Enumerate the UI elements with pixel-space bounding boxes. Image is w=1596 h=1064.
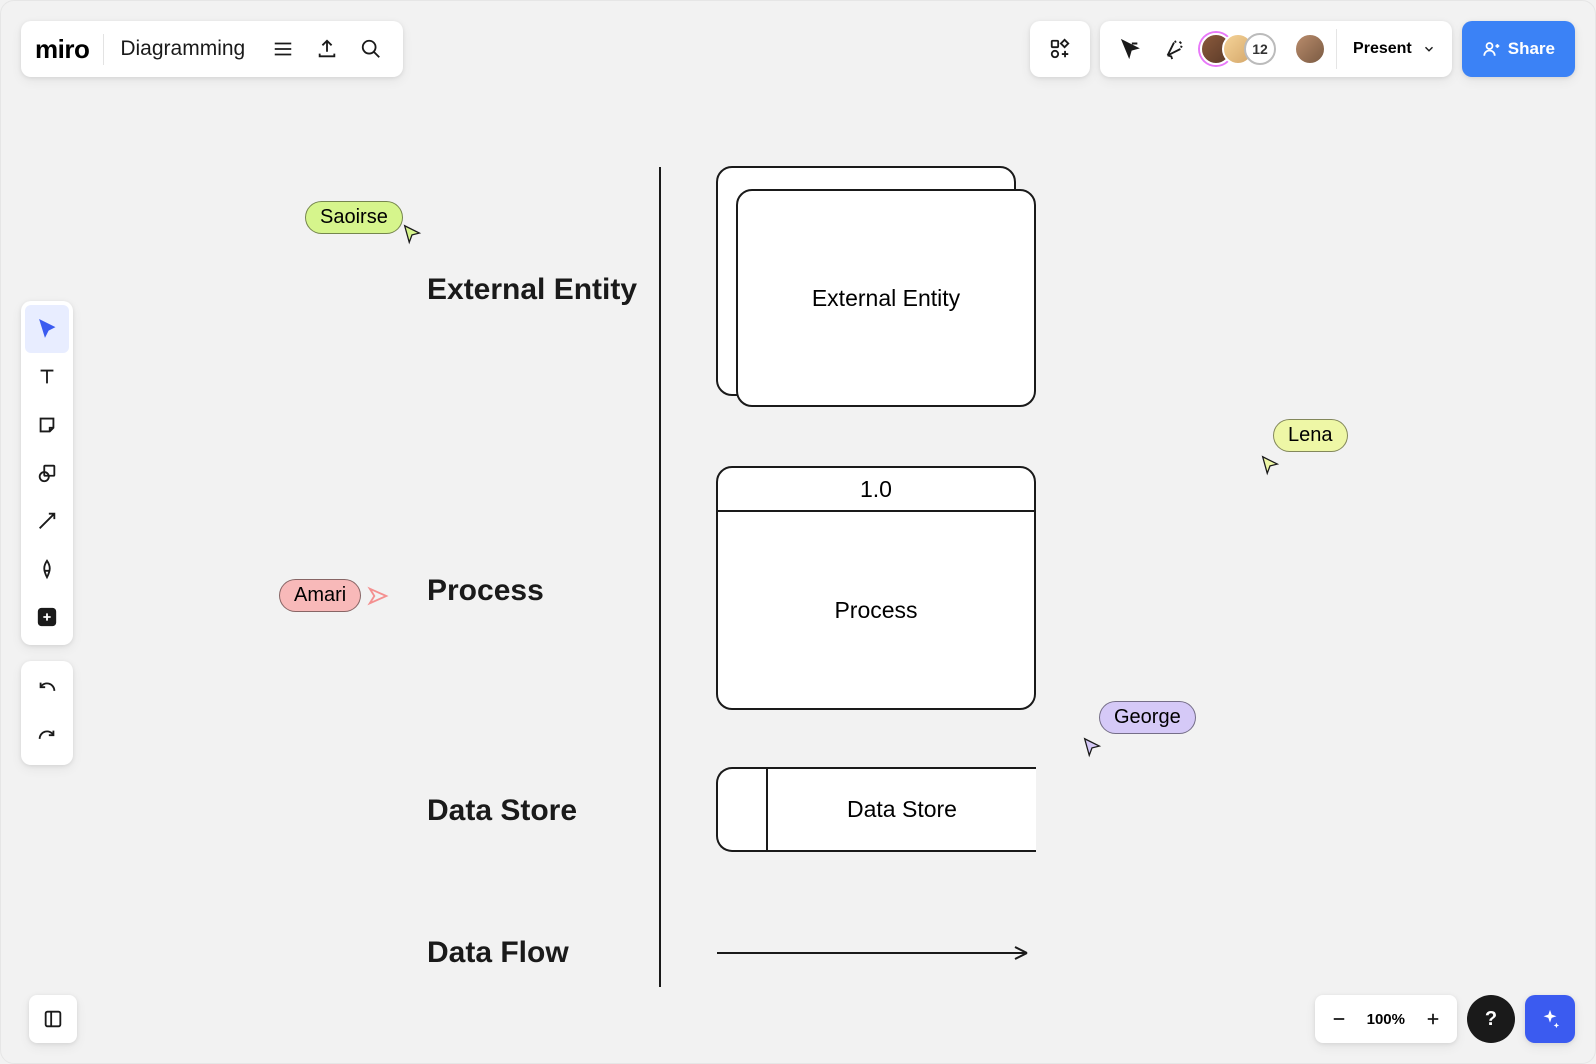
- history-toolbar: [21, 661, 73, 765]
- tool-add[interactable]: [25, 593, 69, 641]
- reactions-icon[interactable]: [1152, 27, 1196, 71]
- collaborator-avatars[interactable]: 12: [1196, 33, 1280, 65]
- collab-panel: 12 Present: [1100, 21, 1452, 77]
- current-user-avatar-group: [1290, 33, 1330, 65]
- sparkle-icon: [1539, 1008, 1561, 1030]
- tool-text[interactable]: [25, 353, 69, 401]
- share-button[interactable]: Share: [1462, 21, 1575, 77]
- tool-sticky-note[interactable]: [25, 401, 69, 449]
- canvas[interactable]: External Entity Process Data Store Data …: [1, 1, 1595, 1063]
- minus-icon: [1330, 1010, 1348, 1028]
- cursor-amari: Amari: [279, 579, 389, 612]
- cursor-label: Saoirse: [305, 201, 403, 234]
- zoom-out-button[interactable]: [1319, 999, 1359, 1039]
- label-external-entity: External Entity: [427, 273, 637, 307]
- chevron-down-icon: [1422, 42, 1436, 56]
- plus-icon: [1424, 1010, 1442, 1028]
- present-label: Present: [1353, 40, 1412, 58]
- cursor-pointer-icon: [1081, 736, 1103, 758]
- tool-select[interactable]: [25, 305, 69, 353]
- export-icon[interactable]: [305, 27, 349, 71]
- app-logo[interactable]: miro: [35, 34, 104, 65]
- current-user-avatar[interactable]: [1294, 33, 1326, 65]
- topbar-right: 12 Present Share: [1030, 21, 1575, 77]
- apps-icon[interactable]: [1038, 27, 1082, 71]
- label-data-flow: Data Flow: [427, 936, 569, 970]
- cursor-label: Amari: [279, 579, 361, 612]
- avatar-overflow-count[interactable]: 12: [1244, 33, 1276, 65]
- help-label: ?: [1485, 1008, 1497, 1031]
- shape-external-entity[interactable]: External Entity: [736, 189, 1036, 407]
- cursor-pointer-icon: [1259, 454, 1281, 476]
- topbar-left: miro Diagramming: [21, 21, 403, 77]
- cursor-pointer-icon: [401, 223, 423, 245]
- cursor-pointer-icon: [367, 585, 389, 607]
- present-button[interactable]: Present: [1336, 29, 1444, 69]
- user-plus-icon: [1482, 40, 1500, 58]
- zoom-in-button[interactable]: [1413, 999, 1453, 1039]
- ai-button[interactable]: [1525, 995, 1575, 1043]
- shape-data-store-tab: [718, 769, 768, 850]
- cursor-lena: Lena: [1259, 419, 1348, 476]
- label-process: Process: [427, 574, 544, 608]
- undo-button[interactable]: [25, 665, 69, 713]
- frames-panel-button[interactable]: [29, 995, 77, 1043]
- shape-data-store[interactable]: Data Store: [716, 767, 1036, 852]
- help-button[interactable]: ?: [1467, 995, 1515, 1043]
- bottom-right-controls: 100% ?: [1315, 995, 1575, 1043]
- cursor-mode-icon[interactable]: [1108, 27, 1152, 71]
- search-icon[interactable]: [349, 27, 393, 71]
- menu-icon[interactable]: [261, 27, 305, 71]
- shape-process-id: 1.0: [718, 468, 1034, 512]
- redo-button[interactable]: [25, 713, 69, 761]
- tool-toolbar: [21, 301, 73, 645]
- tool-pen[interactable]: [25, 545, 69, 593]
- tool-connector[interactable]: [25, 497, 69, 545]
- share-label: Share: [1508, 39, 1555, 59]
- shape-data-flow-arrow[interactable]: [717, 943, 1037, 968]
- tool-shapes[interactable]: [25, 449, 69, 497]
- divider-line: [659, 167, 661, 987]
- cursor-label: Lena: [1273, 419, 1348, 452]
- zoom-level[interactable]: 100%: [1359, 1011, 1413, 1028]
- shape-external-entity-label: External Entity: [812, 285, 960, 312]
- cursor-label: George: [1099, 701, 1196, 734]
- apps-panel: [1030, 21, 1090, 77]
- shape-process-label: Process: [718, 512, 1034, 708]
- frames-icon: [42, 1008, 64, 1030]
- board-name[interactable]: Diagramming: [104, 37, 261, 61]
- cursor-saoirse: Saoirse: [305, 201, 423, 245]
- cursor-george: George: [1081, 701, 1196, 758]
- zoom-panel: 100%: [1315, 995, 1457, 1043]
- shape-data-store-label: Data Store: [768, 769, 1036, 850]
- label-data-store: Data Store: [427, 794, 577, 828]
- shape-process[interactable]: 1.0 Process: [716, 466, 1036, 710]
